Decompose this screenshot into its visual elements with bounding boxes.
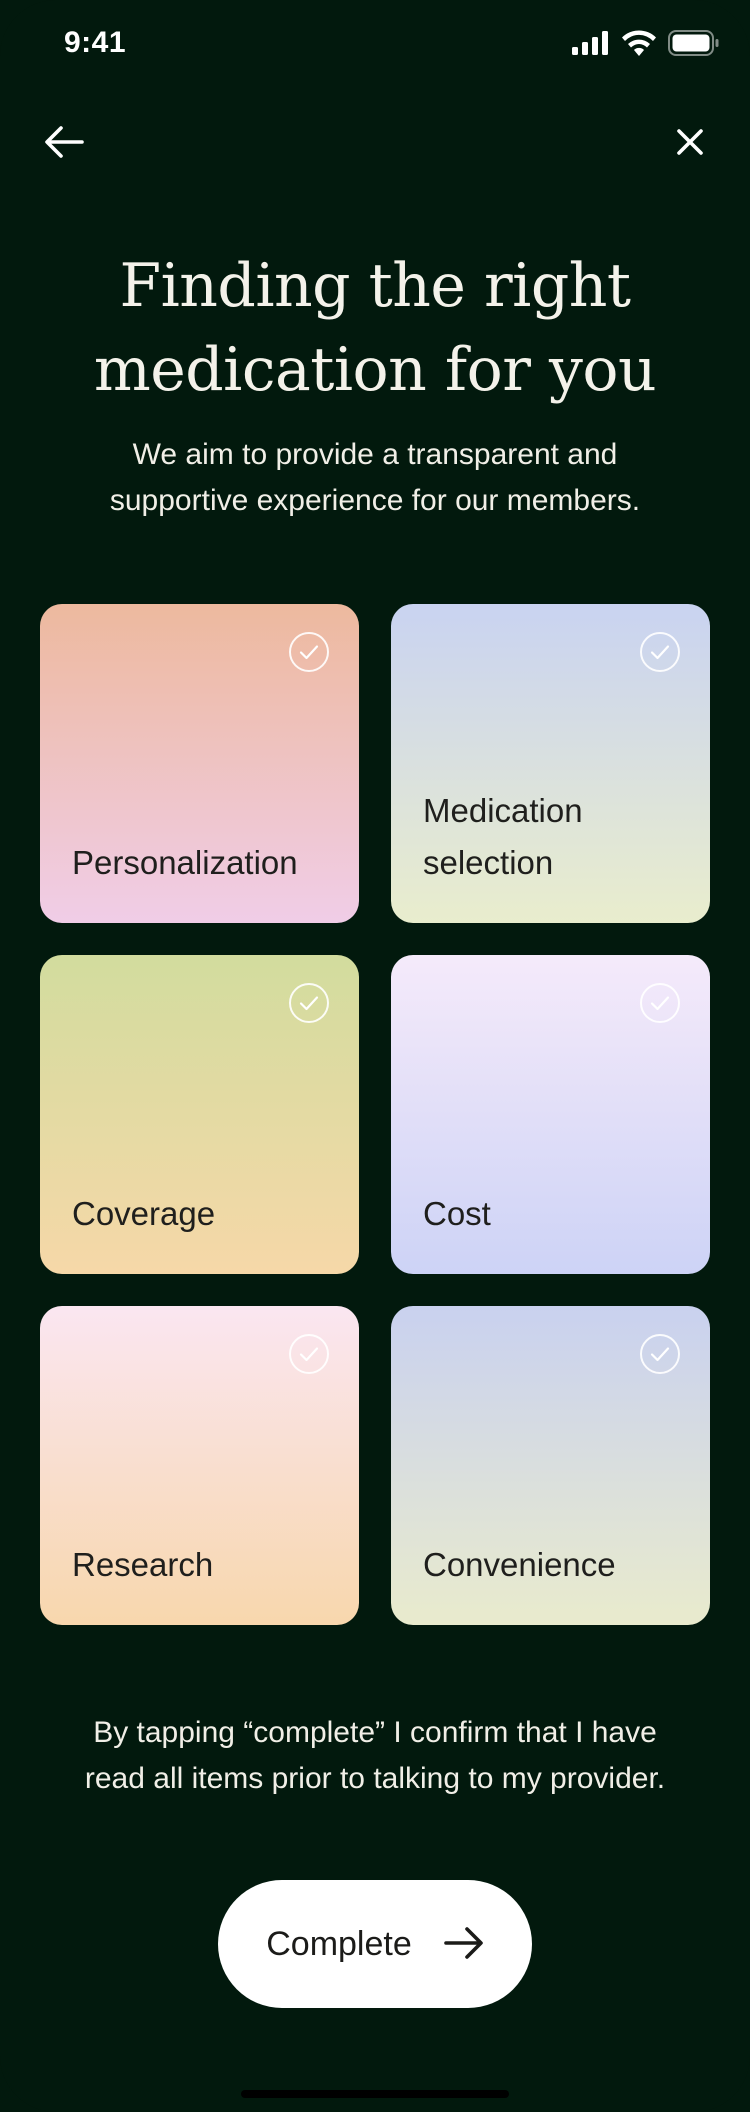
check-circle-icon: [289, 1334, 329, 1374]
screen: 9:41 Finding the right medication for yo…: [0, 0, 750, 2112]
card-label: Personalization: [72, 844, 298, 881]
page-subtitle: We aim to provide a transparent and supp…: [60, 432, 690, 524]
card-label: Medication selection: [423, 792, 583, 881]
disclaimer-text: By tapping “complete” I confirm that I h…: [44, 1710, 706, 1802]
card-cost[interactable]: Cost: [391, 955, 710, 1274]
card-medication-selection[interactable]: Medication selection: [391, 604, 710, 923]
card-label: Research: [72, 1546, 214, 1583]
card-coverage[interactable]: Coverage: [40, 955, 359, 1274]
card-label: Coverage: [72, 1195, 216, 1232]
complete-button-label: Complete: [266, 1924, 412, 1963]
check-circle-icon: [289, 632, 329, 672]
card-label: Cost: [423, 1195, 491, 1232]
page-subtitle-line-2: supportive experience for our members.: [109, 484, 641, 517]
check-circle-icon: [289, 983, 329, 1023]
card-personalization[interactable]: Personalization: [40, 604, 359, 923]
card-convenience[interactable]: Convenience: [391, 1306, 710, 1625]
arrow-left-icon: [44, 125, 84, 164]
home-indicator: [241, 2090, 509, 2098]
back-button[interactable]: [40, 120, 88, 168]
check-circle-icon: [640, 632, 680, 672]
status-icons: [572, 30, 720, 61]
page-title-line-1: Finding the right: [119, 251, 631, 321]
wifi-icon: [622, 30, 656, 61]
page-subtitle-line-1: We aim to provide a transparent and: [132, 438, 618, 471]
page-title-line-2: medication for you: [93, 335, 657, 405]
page-title: Finding the right medication for you: [0, 244, 750, 412]
status-bar: 9:41: [0, 0, 750, 92]
disclaimer-line-2: read all items prior to talking to my pr…: [84, 1762, 666, 1795]
close-button[interactable]: [668, 122, 712, 166]
battery-icon: [668, 30, 720, 61]
check-circle-icon: [640, 983, 680, 1023]
topic-cards-grid: Personalization Medication selection Cov…: [40, 604, 710, 1625]
status-time: 9:41: [64, 26, 127, 59]
check-circle-icon: [640, 1334, 680, 1374]
disclaimer-line-1: By tapping “complete” I confirm that I h…: [93, 1716, 657, 1749]
card-label: Convenience: [423, 1546, 616, 1583]
card-research[interactable]: Research: [40, 1306, 359, 1625]
arrow-right-icon: [443, 1926, 484, 1963]
close-icon: [676, 128, 704, 161]
complete-button[interactable]: Complete: [218, 1880, 532, 2008]
cellular-signal-icon: [572, 31, 610, 60]
